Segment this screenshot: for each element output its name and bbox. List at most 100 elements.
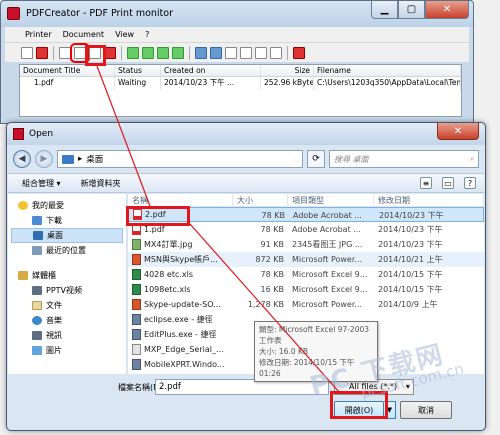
- search-input[interactable]: 搜尋 桌面 ⌕: [329, 150, 479, 168]
- organize-button[interactable]: 組合管理 ▾: [22, 178, 61, 189]
- xls-file-icon: [132, 284, 141, 295]
- file-name: Skype-update-SO...: [144, 300, 221, 309]
- file-row[interactable]: Skype-update-SO... 1,278 KB Microsoft Powe…: [128, 297, 484, 312]
- delete-icon[interactable]: [104, 46, 116, 59]
- created-cell: 2014/10/23 下午 ...: [161, 77, 261, 90]
- pdf-file-icon: [132, 224, 141, 235]
- file-date-cell: 2014/10/23 下午: [378, 225, 443, 234]
- menu-document[interactable]: Document: [63, 30, 104, 39]
- column-header[interactable]: Filename: [314, 65, 461, 76]
- column-date[interactable]: 修改日期: [374, 194, 484, 206]
- minimize-button[interactable]: ▁: [371, 1, 398, 19]
- save-icon[interactable]: [59, 46, 71, 59]
- forward-button[interactable]: ▶: [35, 150, 53, 168]
- list-icon[interactable]: [195, 46, 207, 59]
- column-header[interactable]: Status: [115, 65, 161, 76]
- column-type[interactable]: 項目類型: [288, 194, 374, 206]
- column-name[interactable]: 名稱: [128, 194, 233, 206]
- cancel-button[interactable]: 取消: [400, 401, 452, 419]
- pdfcreator-titlebar[interactable]: PDFCreator - PDF Print monitor ▁ ▢ ✕: [1, 1, 473, 27]
- file-row[interactable]: 1.pdf 78 KB Adobe Acrobat ... 2014/10/23 下午: [128, 222, 484, 237]
- dialog-close-button[interactable]: ✕: [437, 123, 479, 140]
- pdf-icon[interactable]: [36, 46, 48, 59]
- column-header[interactable]: Document Title: [20, 65, 115, 76]
- column-header[interactable]: Created on: [161, 65, 261, 76]
- size-cell: 252.96 kBytes: [261, 77, 314, 90]
- menu-printer[interactable]: Printer: [25, 30, 52, 39]
- navigation-pane: 我的最愛 下載 桌面 最近的位置 媒體櫃 PPTV视频 文件 音樂 視訊 圖片: [8, 194, 127, 374]
- file-size-cell: 1,278 KB: [247, 300, 284, 309]
- printer-icon[interactable]: [21, 46, 33, 59]
- view-options-icon[interactable]: ≡: [420, 177, 432, 189]
- file-name: 2.pdf: [145, 210, 166, 219]
- nav-downloads[interactable]: 下載: [8, 213, 126, 228]
- open-dropdown-button[interactable]: ▼: [384, 401, 396, 419]
- settings-icon[interactable]: [240, 46, 252, 59]
- nav-pptv[interactable]: PPTV视频: [8, 283, 126, 298]
- file-type-cell: Adobe Acrobat ...: [292, 225, 361, 234]
- tooltip-size: 大小: 16.0 KB: [259, 347, 309, 356]
- file-row[interactable]: MSN與Skype帳戶... 872 KB Microsoft Power... 20…: [128, 252, 484, 267]
- pdfcreator-window: PDFCreator - PDF Print monitor ▁ ▢ ✕ Pri…: [0, 0, 474, 124]
- xls-file-icon: [132, 269, 141, 280]
- add-document-icon[interactable]: [70, 42, 90, 63]
- column-header[interactable]: Size: [261, 65, 314, 76]
- address-bar[interactable]: ▸ 桌面: [57, 150, 303, 168]
- move-top-icon[interactable]: [127, 46, 139, 59]
- file-name-cell: 1.pdf: [128, 222, 233, 237]
- pdfcreator-menubar: Printer Document View ?: [5, 27, 469, 43]
- column-size[interactable]: 大小: [233, 194, 288, 206]
- file-type-cell: Microsoft Excel 9...: [292, 270, 368, 279]
- exe-file-icon: [132, 329, 141, 340]
- close-button[interactable]: ✕: [425, 1, 469, 19]
- nav-recent[interactable]: 最近的位置: [8, 243, 126, 258]
- nav-music[interactable]: 音樂: [8, 313, 126, 328]
- maximize-button[interactable]: ▢: [398, 1, 425, 19]
- help-icon[interactable]: [293, 46, 305, 59]
- menu-view[interactable]: View: [115, 30, 134, 39]
- status-cell: Waiting: [115, 77, 161, 90]
- nav-label: 下載: [46, 216, 62, 225]
- desktop-icon: [33, 231, 43, 240]
- nav-videos[interactable]: 視訊: [8, 328, 126, 343]
- downloads-folder-icon: [32, 216, 42, 225]
- file-name: MSN與Skype帳戶...: [144, 255, 218, 264]
- nav-desktop[interactable]: 桌面: [11, 228, 123, 243]
- menu-help[interactable]: ?: [145, 30, 149, 39]
- move-down-icon[interactable]: [157, 46, 169, 59]
- recent-places-icon: [32, 246, 42, 255]
- back-button[interactable]: ◀: [13, 150, 31, 168]
- open-button[interactable]: 開啟(O): [334, 401, 384, 419]
- file-date-cell: 2014/10/15 下午: [378, 270, 443, 279]
- options-icon[interactable]: [210, 46, 222, 59]
- tooltip-type: 類型: Microsoft Excel 97-2003 工作表: [259, 325, 370, 345]
- file-name-cell: MX4訂單.jpg: [128, 237, 233, 252]
- combine-icon[interactable]: [89, 46, 101, 59]
- file-row[interactable]: 4028 etc.xls 78 KB Microsoft Excel 9... 201…: [128, 267, 484, 282]
- table-row[interactable]: 1.pdf Waiting 2014/10/23 下午 ... 252.96 k…: [20, 77, 461, 90]
- search-icon: ⌕: [469, 154, 474, 163]
- preview-pane-icon[interactable]: ▭: [442, 177, 454, 189]
- file-row[interactable]: MX4訂單.jpg 91 KB 2345看图王 JPG ... 2014/10/23 …: [128, 237, 484, 252]
- file-date-cell: [374, 312, 484, 327]
- file-name: MX4訂單.jpg: [144, 240, 193, 249]
- file-row[interactable]: 1098etc.xls 16 KB Microsoft Excel 9... 2014…: [128, 282, 484, 297]
- dialog-titlebar[interactable]: Open ✕: [7, 123, 485, 145]
- refresh-button[interactable]: ⟳: [307, 150, 325, 168]
- file-row[interactable]: 2.pdf 78 KB Adobe Acrobat ... 2014/10/23 下午: [128, 207, 484, 222]
- nav-libraries[interactable]: 媒體櫃: [8, 268, 126, 283]
- file-type-cell: Microsoft Power...: [292, 300, 363, 309]
- help-icon[interactable]: ?: [464, 177, 476, 189]
- address-path[interactable]: 桌面: [86, 153, 103, 165]
- exe-file-icon: [132, 359, 141, 370]
- log-icon[interactable]: [225, 46, 237, 59]
- new-folder-button[interactable]: 新增資料夾: [81, 178, 121, 189]
- nav-pictures[interactable]: 圖片: [8, 343, 126, 358]
- nav-favorites[interactable]: 我的最愛: [8, 198, 126, 213]
- move-up-icon[interactable]: [142, 46, 154, 59]
- printer-settings-icon[interactable]: [255, 46, 267, 59]
- desktop-folder-icon: [62, 154, 74, 164]
- nav-documents[interactable]: 文件: [8, 298, 126, 313]
- window-icon[interactable]: [270, 46, 282, 59]
- move-bottom-icon[interactable]: [172, 46, 184, 59]
